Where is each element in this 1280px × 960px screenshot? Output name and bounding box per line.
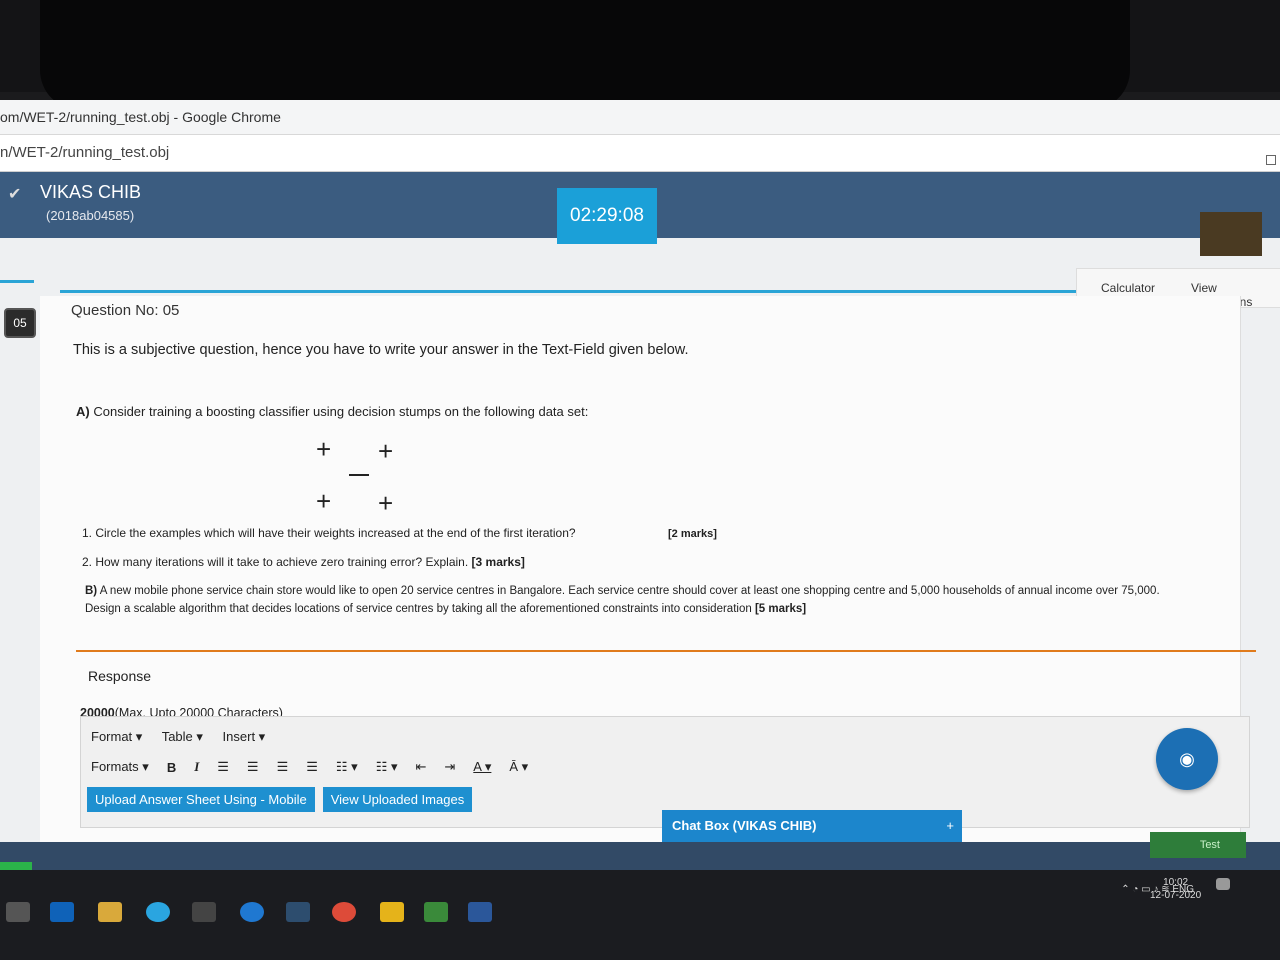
chat-box-label: Chat Box (VIKAS CHIB) — [672, 818, 817, 833]
extension-block — [1200, 212, 1262, 256]
part-a: A) Consider training a boosting classifi… — [76, 404, 588, 419]
align-center-icon[interactable]: ☰ — [247, 759, 259, 775]
chat-box-toggle[interactable]: Chat Box (VIKAS CHIB) + — [662, 810, 962, 842]
item-1: 1. Circle the examples which will have t… — [82, 526, 576, 540]
insert-menu[interactable]: Insert ▾ — [223, 729, 266, 744]
bold-icon[interactable]: B — [167, 760, 176, 775]
monitor-bezel — [0, 0, 1280, 110]
edge-icon[interactable] — [240, 902, 264, 922]
sticky-notes-icon[interactable] — [380, 902, 404, 922]
notifications-icon[interactable] — [1216, 878, 1230, 890]
part-b: B) A new mobile phone service chain stor… — [85, 582, 1265, 618]
item-2-text: 2. How many iterations will it take to a… — [82, 555, 469, 569]
left-accent-line — [0, 280, 34, 283]
question-panel: Question No: 05 This is a subjective que… — [40, 296, 1256, 876]
editor-toolbar: Formats ▾ B I ☰ ☰ ☰ ☰ ☷ ▾ ☷ ▾ ⇤ ⇥ A ▾ Ā … — [91, 759, 528, 775]
skype-icon[interactable] — [146, 902, 170, 922]
response-label: Response — [88, 668, 152, 684]
candidate-id: (2018ab04585) — [46, 208, 135, 223]
question-note: This is a subjective question, hence you… — [73, 342, 689, 358]
table-menu[interactable]: Table ▾ — [162, 729, 203, 744]
network-app-icon[interactable] — [286, 902, 310, 922]
chrome-icon[interactable] — [332, 902, 356, 922]
plus-sign: + — [316, 434, 332, 464]
end-test-button[interactable]: Test — [1150, 832, 1246, 858]
bullet-list-icon[interactable]: ☷ ▾ — [336, 759, 358, 775]
editor-menubar: Format ▾ Table ▾ Insert ▾ — [91, 729, 281, 745]
formats-dropdown[interactable]: Formats ▾ — [91, 759, 149, 775]
countdown-timer: 02:29:08 — [557, 188, 657, 244]
upload-answer-sheet-button[interactable]: Upload Answer Sheet Using - Mobile — [87, 787, 315, 812]
paint-icon[interactable] — [424, 902, 448, 922]
system-clock[interactable]: 10:02 12-07-2020 — [1150, 876, 1201, 902]
section-separator — [76, 650, 1256, 652]
expand-icon[interactable]: + — [946, 810, 954, 842]
text-color-icon[interactable]: A ▾ — [473, 759, 491, 775]
format-menu[interactable]: Format ▾ — [91, 729, 142, 744]
address-bar[interactable]: n/WET-2/running_test.obj — [0, 135, 1280, 172]
question-number: Question No: 05 — [71, 302, 180, 319]
indent-icon[interactable]: ⇥ — [444, 759, 455, 775]
task-view-icon[interactable] — [6, 902, 30, 922]
plus-sign: + — [316, 486, 332, 516]
justify-icon[interactable]: ☰ — [306, 759, 318, 775]
calculator-link[interactable]: Calculator — [1101, 281, 1155, 295]
plus-sign: + — [378, 436, 394, 466]
url-text: n/WET-2/running_test.obj — [0, 144, 170, 161]
exam-header: ✔ VIKAS CHIB (2018ab04585) 02:29:08 — [0, 172, 1280, 256]
item-2: 2. How many iterations will it take to a… — [82, 555, 525, 569]
windows-taskbar: ⌃ ◔ ▭ ♪ ≋ ENG 10:02 12-07-2020 — [0, 870, 1280, 960]
window-title: om/WET-2/running_test.obj - Google Chrom… — [0, 109, 281, 125]
clock-date: 12-07-2020 — [1150, 890, 1202, 901]
numbered-list-icon[interactable]: ☷ ▾ — [376, 759, 398, 775]
plus-sign: + — [378, 488, 394, 518]
align-left-icon[interactable]: ☰ — [217, 759, 229, 775]
part-b-line2: Design a scalable algorithm that decides… — [85, 603, 752, 615]
item-2-marks: [3 marks] — [471, 555, 525, 569]
keyboard-icon[interactable] — [192, 902, 216, 922]
align-right-icon[interactable]: ☰ — [277, 759, 289, 775]
italic-icon[interactable]: I — [194, 759, 199, 775]
file-explorer-icon[interactable] — [98, 902, 122, 922]
part-b-line1: A new mobile phone service chain store w… — [99, 585, 1160, 597]
part-a-text: Consider training a boosting classifier … — [93, 404, 589, 419]
outlook-icon[interactable] — [50, 902, 74, 922]
part-b-marks: [5 marks] — [754, 603, 807, 615]
part-b-prefix: B) — [85, 585, 98, 597]
background-color-icon[interactable]: Ā ▾ — [509, 759, 528, 775]
upload-buttons: Upload Answer Sheet Using - Mobile View … — [87, 787, 473, 812]
webcam-housing — [40, 0, 1130, 110]
part-a-prefix: A) — [76, 404, 90, 419]
view-uploaded-images-button[interactable]: View Uploaded Images — [322, 787, 473, 812]
minus-sign — [349, 474, 369, 476]
clock-time: 10:02 — [1163, 877, 1189, 888]
window-title-bar: om/WET-2/running_test.obj - Google Chrom… — [0, 100, 1280, 135]
question-badge[interactable]: 05 — [4, 308, 36, 338]
screen: om/WET-2/running_test.obj - Google Chrom… — [0, 100, 1280, 890]
word-icon[interactable] — [468, 902, 492, 922]
check-icon: ✔ — [8, 186, 22, 203]
camera-icon[interactable]: ◉ — [1156, 728, 1218, 790]
outdent-icon[interactable]: ⇤ — [415, 759, 426, 775]
item-1-marks: [2 marks] — [668, 528, 717, 540]
candidate-name: VIKAS CHIB — [40, 182, 142, 202]
maximize-icon[interactable] — [1266, 155, 1276, 165]
